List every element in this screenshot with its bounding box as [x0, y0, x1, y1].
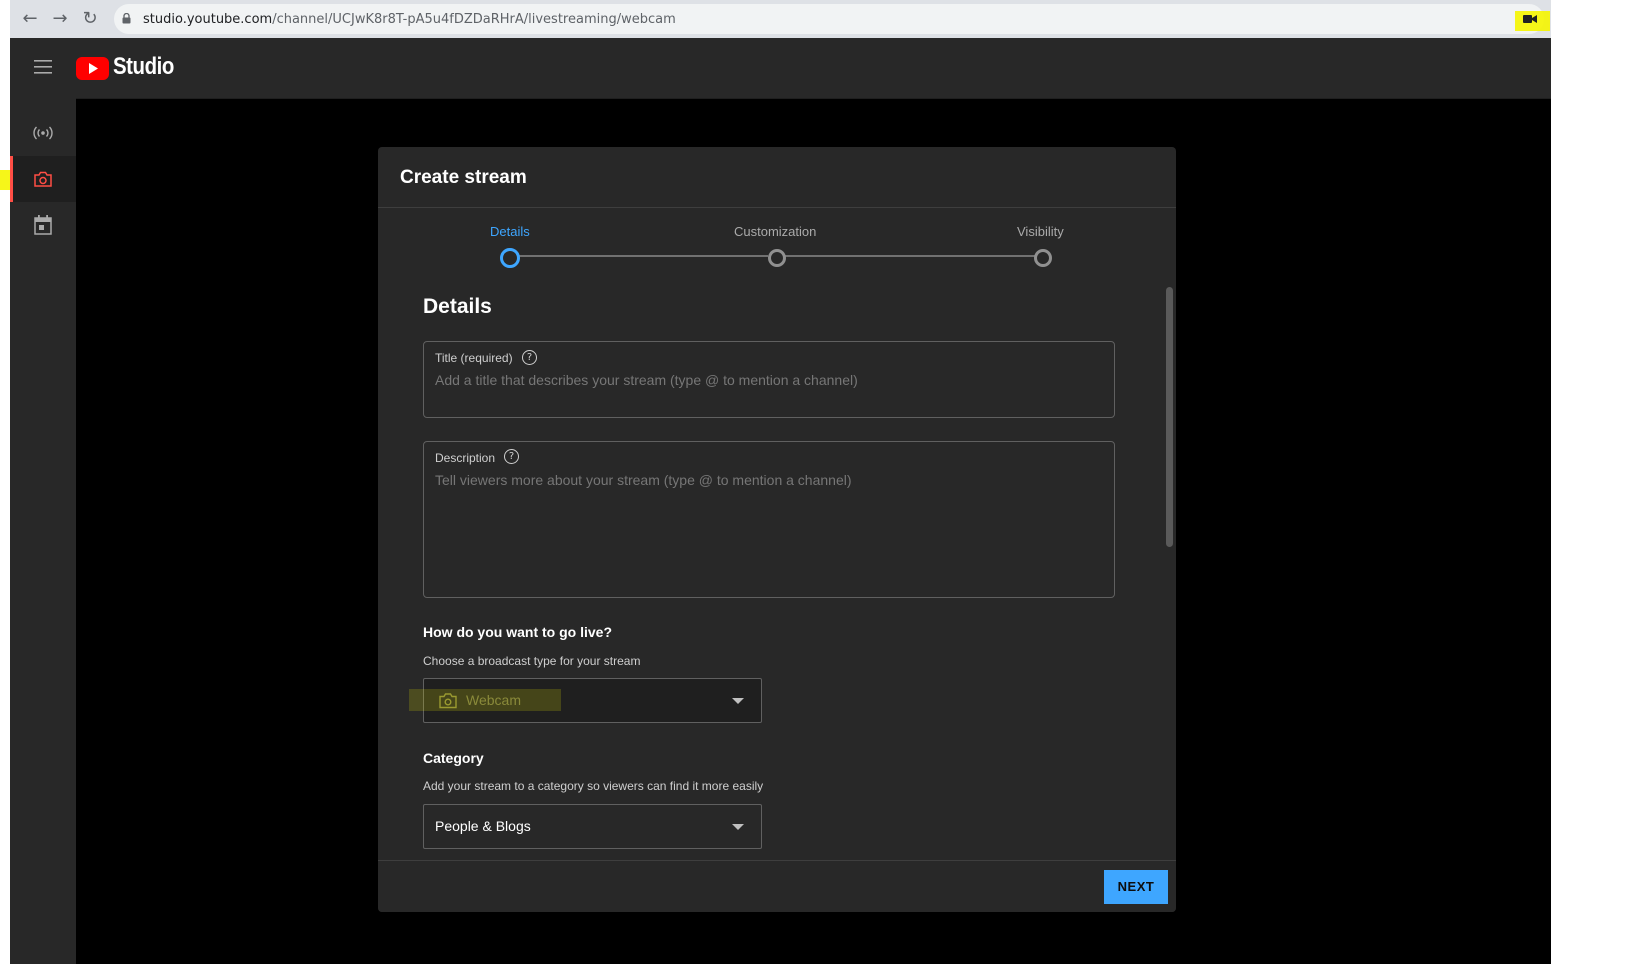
forward-icon[interactable]: → [48, 7, 72, 31]
reload-icon[interactable]: ↻ [78, 7, 102, 31]
url-text[interactable]: studio.youtube.com/channel/UCJwK8r8T-pA5… [143, 12, 676, 27]
category-select[interactable]: People & Blogs [423, 804, 762, 849]
dialog-scrollbar[interactable] [1166, 287, 1173, 547]
title-field-label: Title (required) [435, 351, 513, 365]
caret-down-icon [732, 824, 744, 830]
divider [378, 207, 1176, 208]
next-button[interactable]: NEXT [1104, 870, 1168, 904]
category-subtext: Add your stream to a category so viewers… [423, 779, 764, 793]
description-field[interactable]: Description ? Tell viewers more about yo… [423, 441, 1115, 598]
description-field-label: Description [435, 451, 496, 465]
title-placeholder[interactable]: Add a title that describes your stream (… [435, 372, 858, 388]
step-details[interactable]: Details [490, 224, 530, 239]
title-field[interactable]: Title (required) ? Add a title that desc… [423, 341, 1115, 418]
studio-logo-text[interactable]: Studio [113, 53, 174, 81]
back-icon[interactable]: ← [18, 7, 42, 31]
sidebar-item-webcam[interactable] [10, 156, 76, 202]
step-visibility-dot[interactable] [1034, 249, 1052, 267]
broadcast-icon [33, 126, 53, 140]
broadcast-type-select[interactable]: Webcam [409, 678, 762, 723]
camera-icon [34, 171, 52, 187]
broadcast-selected: Webcam [466, 692, 521, 708]
url-host: studio.youtube.com [143, 12, 273, 27]
dialog-footer: NEXT [378, 860, 1176, 912]
lock-icon [122, 13, 131, 24]
dialog-title: Create stream [400, 167, 527, 188]
stepper-line [783, 255, 1035, 257]
description-placeholder[interactable]: Tell viewers more about your stream (typ… [435, 472, 852, 488]
category-heading: Category [423, 750, 484, 766]
section-title: Details [423, 295, 492, 318]
youtube-logo-icon[interactable] [76, 57, 109, 80]
step-customization[interactable]: Customization [734, 224, 816, 239]
sidebar-item-manage[interactable] [10, 202, 76, 248]
camera-icon [439, 693, 457, 709]
menu-icon[interactable] [34, 60, 52, 74]
step-visibility[interactable]: Visibility [1017, 224, 1064, 239]
broadcast-heading: How do you want to go live? [423, 624, 612, 640]
step-customization-dot[interactable] [768, 249, 786, 267]
step-details-dot[interactable] [500, 248, 520, 268]
stepper-line [518, 255, 768, 257]
help-icon[interactable]: ? [522, 350, 537, 365]
camera-in-use-icon[interactable] [1523, 14, 1537, 24]
sidebar-item-stream[interactable] [10, 110, 76, 156]
calendar-icon [34, 215, 52, 235]
category-selected: People & Blogs [435, 818, 531, 834]
studio-header: Studio [10, 38, 1551, 99]
help-icon[interactable]: ? [504, 449, 519, 464]
caret-down-icon [732, 698, 744, 704]
broadcast-subtext: Choose a broadcast type for your stream [423, 654, 641, 668]
create-stream-dialog: Create stream Details Customization Visi… [378, 147, 1176, 912]
url-path: /channel/UCJwK8r8T-pA5u4fDZDaRHrA/livest… [272, 12, 676, 27]
